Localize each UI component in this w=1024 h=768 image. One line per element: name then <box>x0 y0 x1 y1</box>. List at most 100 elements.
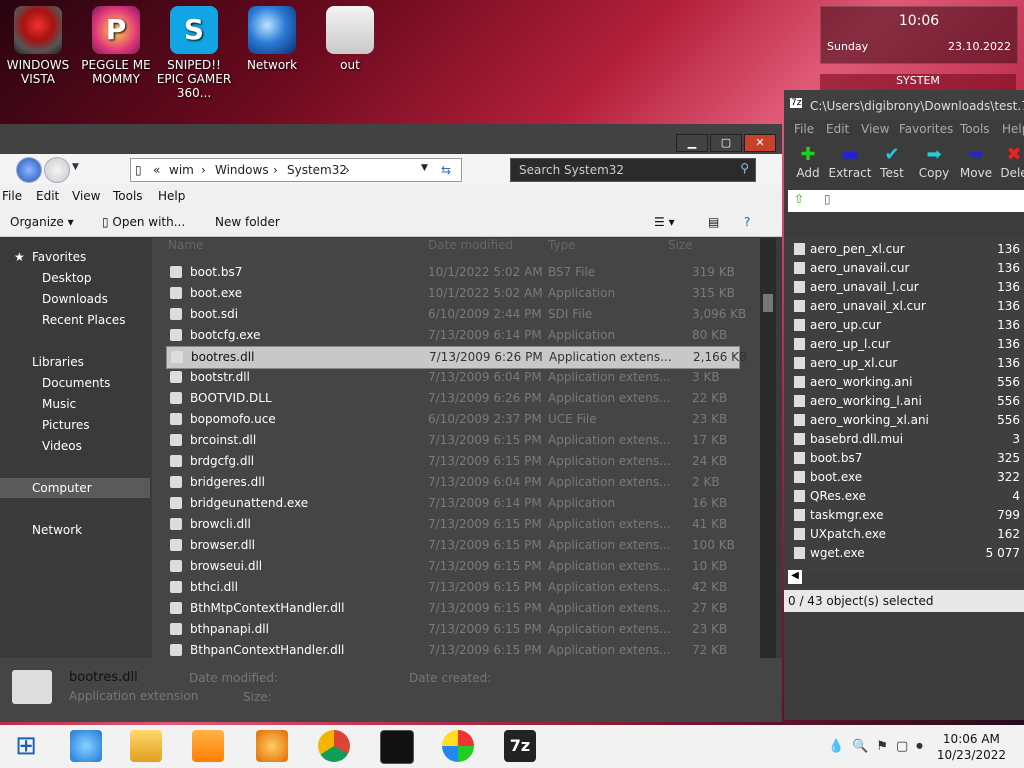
taskbar-clock[interactable]: 10:06 AM 10/23/2022 <box>937 731 1006 763</box>
close-button[interactable]: ✕ <box>744 134 776 152</box>
recent-pages-dropdown-icon[interactable]: ▼ <box>72 162 79 172</box>
nav-recent-places[interactable]: Recent Places <box>42 313 125 327</box>
file-row[interactable]: bridgeunattend.exe 7/13/2009 6:14 PM Appli… <box>166 493 738 514</box>
chrome-icon[interactable] <box>318 730 350 762</box>
zip-file-row[interactable]: QRes.exe 4 <box>790 487 1024 506</box>
explorer-titlebar[interactable]: ▁ ▢ ✕ <box>0 124 782 154</box>
zip-file-row[interactable]: aero_working_l.ani 556 <box>790 392 1024 411</box>
command-prompt-icon[interactable] <box>380 730 414 764</box>
file-row[interactable]: browser.dll 7/13/2009 6:15 PM Application … <box>166 535 738 556</box>
nav-libraries[interactable]: Libraries <box>32 355 84 369</box>
nav-computer[interactable]: Computer <box>32 481 92 495</box>
desktop-icon-network[interactable]: Network <box>234 6 310 72</box>
menu-edit[interactable]: Edit <box>36 189 59 203</box>
zip-menu-edit[interactable]: Edit <box>826 122 849 136</box>
media-player-icon[interactable] <box>192 730 224 762</box>
nav-desktop[interactable]: Desktop <box>42 271 92 285</box>
breadcrumb-system32[interactable]: System32 <box>287 163 347 177</box>
nav-downloads[interactable]: Downloads <box>42 292 108 306</box>
scroll-thumb[interactable] <box>763 294 773 312</box>
desktop-icon-windows-vista[interactable]: WINDOWS VISTA <box>0 6 76 86</box>
zip-menu-help[interactable]: Help <box>1002 122 1024 136</box>
back-button[interactable] <box>16 157 42 183</box>
file-row[interactable]: browcli.dll 7/13/2009 6:15 PM Application … <box>166 514 738 535</box>
forward-button[interactable] <box>44 157 70 183</box>
file-row[interactable]: boot.sdi 6/10/2009 2:44 PM SDI File 3,096 K… <box>166 304 746 325</box>
help-icon[interactable]: ? <box>744 215 750 229</box>
zip-delete-button[interactable]: ✖ Dele <box>992 144 1024 180</box>
refresh-icon[interactable]: ⇆ <box>441 163 451 177</box>
zip-file-row[interactable]: wget.exe 5 077 <box>790 544 1024 563</box>
zip-menu-file[interactable]: File <box>794 122 814 136</box>
column-header-size[interactable]: Size <box>668 238 693 260</box>
windows-orb-icon[interactable] <box>442 730 474 762</box>
view-options-icon[interactable]: ☰ ▾ <box>654 215 675 229</box>
zip-file-row[interactable]: boot.bs7 325 <box>790 449 1024 468</box>
file-row[interactable]: boot.bs7 10/1/2022 5:02 AM BS7 File 319 KB <box>166 262 738 283</box>
maximize-button[interactable]: ▢ <box>710 134 742 152</box>
search-icon[interactable]: ⚲ <box>740 161 749 175</box>
menu-help[interactable]: Help <box>158 189 185 203</box>
zip-file-row[interactable]: aero_unavail_xl.cur 136 <box>790 297 1024 316</box>
nav-pictures[interactable]: Pictures <box>42 418 90 432</box>
file-row[interactable]: boot.exe 10/1/2022 5:02 AM Application 315 … <box>166 283 738 304</box>
file-explorer-icon[interactable] <box>130 730 162 762</box>
file-row[interactable]: browseui.dll 7/13/2009 6:15 PM Application… <box>166 556 738 577</box>
file-row[interactable]: BthMtpContextHandler.dll 7/13/2009 6:15 P… <box>166 598 738 619</box>
desktop-icon-skype[interactable]: S SNIPED!! EPIC GAMER 360... <box>156 6 232 100</box>
new-folder-button[interactable]: New folder <box>215 215 280 229</box>
zip-file-row[interactable]: aero_unavail_l.cur 136 <box>790 278 1024 297</box>
zip-file-row[interactable]: aero_working.ani 556 <box>790 373 1024 392</box>
file-row[interactable]: brdgcfg.dll 7/13/2009 6:15 PM Application … <box>166 451 738 472</box>
zip-file-row[interactable]: aero_up.cur 136 <box>790 316 1024 335</box>
zip-file-row[interactable]: aero_up_l.cur 136 <box>790 335 1024 354</box>
zip-menu-favorites[interactable]: Favorites <box>899 122 953 136</box>
zip-add-button[interactable]: ✚ Add <box>786 144 830 180</box>
7zip-path-bar[interactable]: ⇧ ▯ <box>788 190 1024 212</box>
nav-documents[interactable]: Documents <box>42 376 110 390</box>
file-row[interactable]: brcoinst.dll 7/13/2009 6:15 PM Application… <box>166 430 738 451</box>
address-bar[interactable]: ▯ « wim › Windows › System32 › ▼ ⇆ <box>130 158 462 182</box>
internet-explorer-icon[interactable] <box>70 730 102 762</box>
column-header-date[interactable]: Date modified <box>428 238 513 260</box>
file-list-scrollbar[interactable] <box>760 238 776 662</box>
file-row[interactable]: BthpanContextHandler.dll 7/13/2009 6:15 P… <box>166 640 738 658</box>
open-with-button[interactable]: ▯ Open with... <box>102 215 185 229</box>
file-row[interactable]: bthpanapi.dll 7/13/2009 6:15 PM Applicatio… <box>166 619 738 640</box>
breadcrumb-wim[interactable]: wim <box>169 163 194 177</box>
scroll-left-icon[interactable]: ◀ <box>788 570 802 584</box>
tray-icons[interactable]: 💧🔍⚑▢⏺ <box>828 739 931 754</box>
zip-file-row[interactable]: aero_working_xl.ani 556 <box>790 411 1024 430</box>
file-row[interactable]: bootstr.dll 7/13/2009 6:04 PM Application … <box>166 367 738 388</box>
breadcrumb-windows[interactable]: Windows <box>215 163 269 177</box>
desktop-icon-out[interactable]: out <box>312 6 388 72</box>
menu-tools[interactable]: Tools <box>113 189 143 203</box>
minimize-button[interactable]: ▁ <box>676 134 708 152</box>
desktop-icon-peggle[interactable]: P PEGGLE ME MOMMY <box>78 6 154 86</box>
7zip-taskbar-icon[interactable]: 7z <box>504 730 536 762</box>
7zip-titlebar[interactable]: 7z C:\Users\digibrony\Downloads\test.7z\… <box>784 90 1024 120</box>
zip-file-row[interactable]: aero_up_xl.cur 136 <box>790 354 1024 373</box>
breadcrumb-overflow[interactable]: « <box>153 163 160 177</box>
search-input[interactable]: Search System32 ⚲ <box>510 158 756 182</box>
zip-file-row[interactable]: boot.exe 322 <box>790 468 1024 487</box>
file-row[interactable]: bridgeres.dll 7/13/2009 6:04 PM Applicatio… <box>166 472 738 493</box>
zip-file-row[interactable]: basebrd.dll.mui 3 <box>790 430 1024 449</box>
zip-copy-button[interactable]: ➡ Copy <box>912 144 956 180</box>
file-row[interactable]: BOOTVID.DLL 7/13/2009 6:26 PM Application … <box>166 388 738 409</box>
zip-extract-button[interactable]: ▬ Extract <box>828 144 872 180</box>
column-header-name[interactable]: Name <box>168 238 203 260</box>
zip-file-row[interactable]: taskmgr.exe 799 <box>790 506 1024 525</box>
preview-pane-icon[interactable]: ▤ <box>708 215 719 229</box>
zip-menu-view[interactable]: View <box>861 122 889 136</box>
organize-button[interactable]: Organize ▾ <box>10 215 74 229</box>
clock-gadget[interactable]: 10:06 Sunday 23.10.2022 <box>820 6 1018 64</box>
file-row[interactable]: bthci.dll 7/13/2009 6:15 PM Application ex… <box>166 577 738 598</box>
zip-test-button[interactable]: ✔ Test <box>870 144 914 180</box>
menu-file[interactable]: File <box>2 189 22 203</box>
file-row[interactable]: bopomofo.uce 6/10/2009 2:37 PM UCE File 23 … <box>166 409 738 430</box>
start-button-icon[interactable]: ⊞ <box>10 730 42 762</box>
zip-file-row[interactable]: aero_pen_xl.cur 136 <box>790 240 1024 259</box>
zip-file-row[interactable]: UXpatch.exe 162 <box>790 525 1024 544</box>
up-folder-icon[interactable]: ⇧ <box>794 192 804 206</box>
